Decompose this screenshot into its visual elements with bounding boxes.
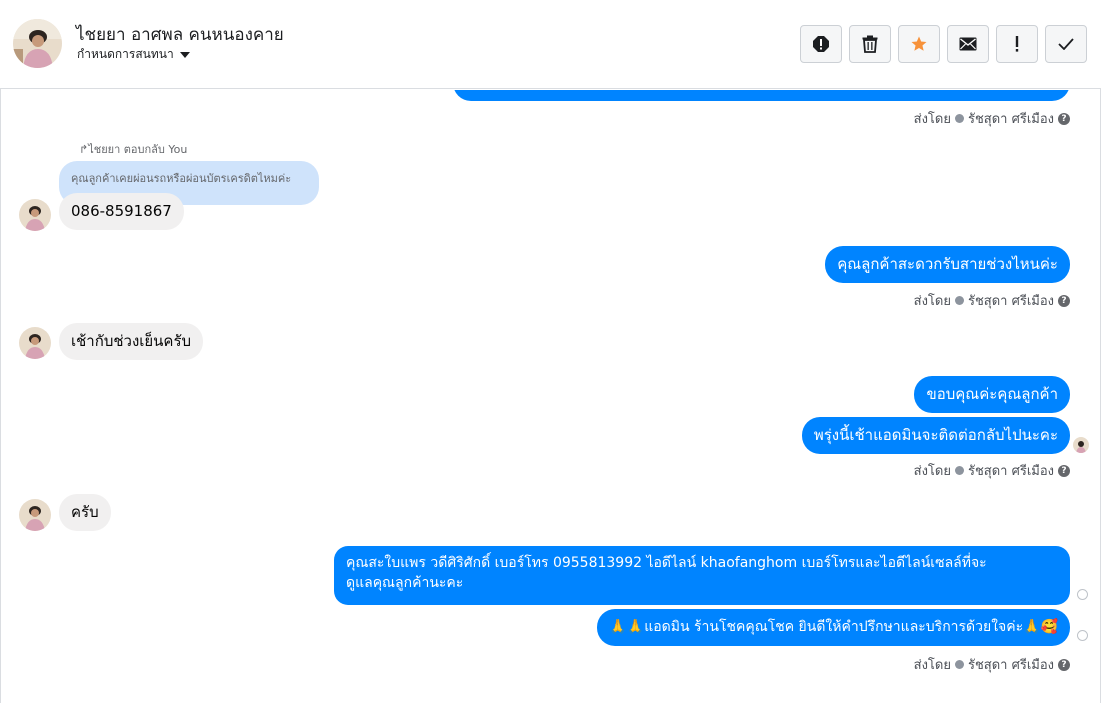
incoming-message[interactable]: เช้ากับช่วงเย็นครับ <box>59 323 204 360</box>
outgoing-message[interactable]: คุณลูกค้าสะดวกรับสายช่วงไหนค่ะ <box>825 246 1070 283</box>
sent-by-label: ส่งโดย รัชสุดา ศรีเมือง ? <box>914 290 1070 311</box>
sent-by-agent: รัชสุดา ศรีเมือง <box>967 112 1054 127</box>
reply-indicator: ↱ไชยยา ตอบกลับ You <box>79 140 187 158</box>
sent-by-label: ส่งโดย รัชสุดา ศรีเมือง ? <box>914 654 1070 675</box>
conversation-header: ไชยยา อาศพล คนหนองคาย กำหนดการสนทนา <box>0 0 1101 89</box>
envelope-icon <box>959 37 977 51</box>
star-icon <box>911 36 927 51</box>
agent-icon <box>954 660 964 669</box>
message-text-line-1: คุณสะใบแพร วดีศิริศักดิ์ เบอร์โทร 095581… <box>346 555 987 571</box>
contact-name: ไชยยา อาศพล คนหนองคาย <box>76 25 284 45</box>
message-text: 🙏🙏แอดมิน ร้านโชคคุณโชค ยินดีให้คำปรึกษาแ… <box>609 619 1058 635</box>
sent-by-agent: รัชสุดา ศรีเมือง <box>967 464 1054 479</box>
agent-icon <box>954 296 964 305</box>
reply-arrow-icon: ↱ <box>79 143 89 156</box>
spam-button[interactable] <box>800 25 842 63</box>
help-icon[interactable]: ? <box>1058 658 1070 671</box>
chevron-down-icon <box>179 52 190 58</box>
checkmark-icon <box>1058 38 1074 50</box>
agent-icon <box>954 114 964 123</box>
sent-by-label: ส่งโดย รัชสุดา ศรีเมือง ? <box>914 460 1070 481</box>
star-button[interactable] <box>898 25 940 63</box>
done-button[interactable] <box>1045 25 1087 63</box>
message-text: พรุ่งนี้เช้าแอดมินจะติดต่อกลับไปนะคะ <box>813 426 1058 444</box>
incoming-message[interactable]: 086-8591867 <box>59 193 184 230</box>
trash-icon <box>862 35 878 53</box>
outgoing-message[interactable]: ขอบคุณค่ะคุณลูกค้า <box>914 376 1070 413</box>
reply-label: ไชยยา ตอบกลับ You <box>88 143 188 156</box>
agent-icon <box>954 466 964 475</box>
sent-by-agent: รัชสุดา ศรีเมือง <box>967 658 1054 673</box>
message-text: คุณลูกค้าสะดวกรับสายช่วงไหนค่ะ <box>837 255 1058 273</box>
sent-by-agent: รัชสุดา ศรีเมือง <box>967 294 1054 309</box>
contact-avatar[interactable] <box>13 19 62 68</box>
sent-by-prefix: ส่งโดย <box>913 658 951 673</box>
help-icon[interactable]: ? <box>1058 464 1070 477</box>
contact-avatar-small[interactable] <box>19 327 51 359</box>
exclamation-icon <box>1015 36 1019 52</box>
schedule-label: กำหนดการสนทนา <box>77 47 174 61</box>
outgoing-message[interactable]: พรุ่งนี้เช้าแอดมินจะติดต่อกลับไปนะคะ <box>801 417 1070 454</box>
contact-avatar-small[interactable] <box>19 199 51 231</box>
sent-by-prefix: ส่งโดย <box>913 464 951 479</box>
alert-circle-icon <box>813 36 829 52</box>
conversation-schedule-dropdown[interactable]: กำหนดการสนทนา <box>77 45 190 64</box>
sent-by-prefix: ส่งโดย <box>913 294 951 309</box>
message-text-line-2: ดูแลคุณลูกค้านะคะ <box>346 575 464 591</box>
quoted-text: คุณลูกค้าเคยผ่อนรถหรือผ่อนบัตรเครดิตไหมค… <box>71 172 292 185</box>
message-text: ขอบคุณค่ะคุณลูกค้า <box>926 385 1058 403</box>
help-icon[interactable]: ? <box>1058 112 1070 125</box>
message-text: ครับ <box>71 503 99 521</box>
contact-avatar-small[interactable] <box>19 499 51 531</box>
message-text: เช้ากับช่วงเย็นครับ <box>71 332 192 350</box>
mark-unread-button[interactable] <box>947 25 989 63</box>
incoming-message[interactable]: ครับ <box>59 494 111 531</box>
delivered-check-icon <box>1077 630 1088 641</box>
help-icon[interactable]: ? <box>1058 294 1070 307</box>
conversation-actions <box>800 25 1087 63</box>
message-thread[interactable]: ส่งโดย รัชสุดา ศรีเมือง ? ↱ไชยยา ตอบกลับ… <box>0 90 1101 703</box>
message-text: 086-8591867 <box>71 202 172 220</box>
outgoing-message[interactable]: 🙏🙏แอดมิน ร้านโชคคุณโชค ยินดีให้คำปรึกษาแ… <box>597 609 1070 646</box>
sent-by-label: ส่งโดย รัชสุดา ศรีเมือง ? <box>914 108 1070 129</box>
outgoing-message[interactable] <box>453 90 1070 101</box>
follow-up-button[interactable] <box>996 25 1038 63</box>
seen-avatar <box>1073 437 1089 453</box>
outgoing-message[interactable]: คุณสะใบแพร วดีศิริศักดิ์ เบอร์โทร 095581… <box>334 546 1070 605</box>
delivered-check-icon <box>1077 589 1088 600</box>
delete-button[interactable] <box>849 25 891 63</box>
sent-by-prefix: ส่งโดย <box>913 112 951 127</box>
